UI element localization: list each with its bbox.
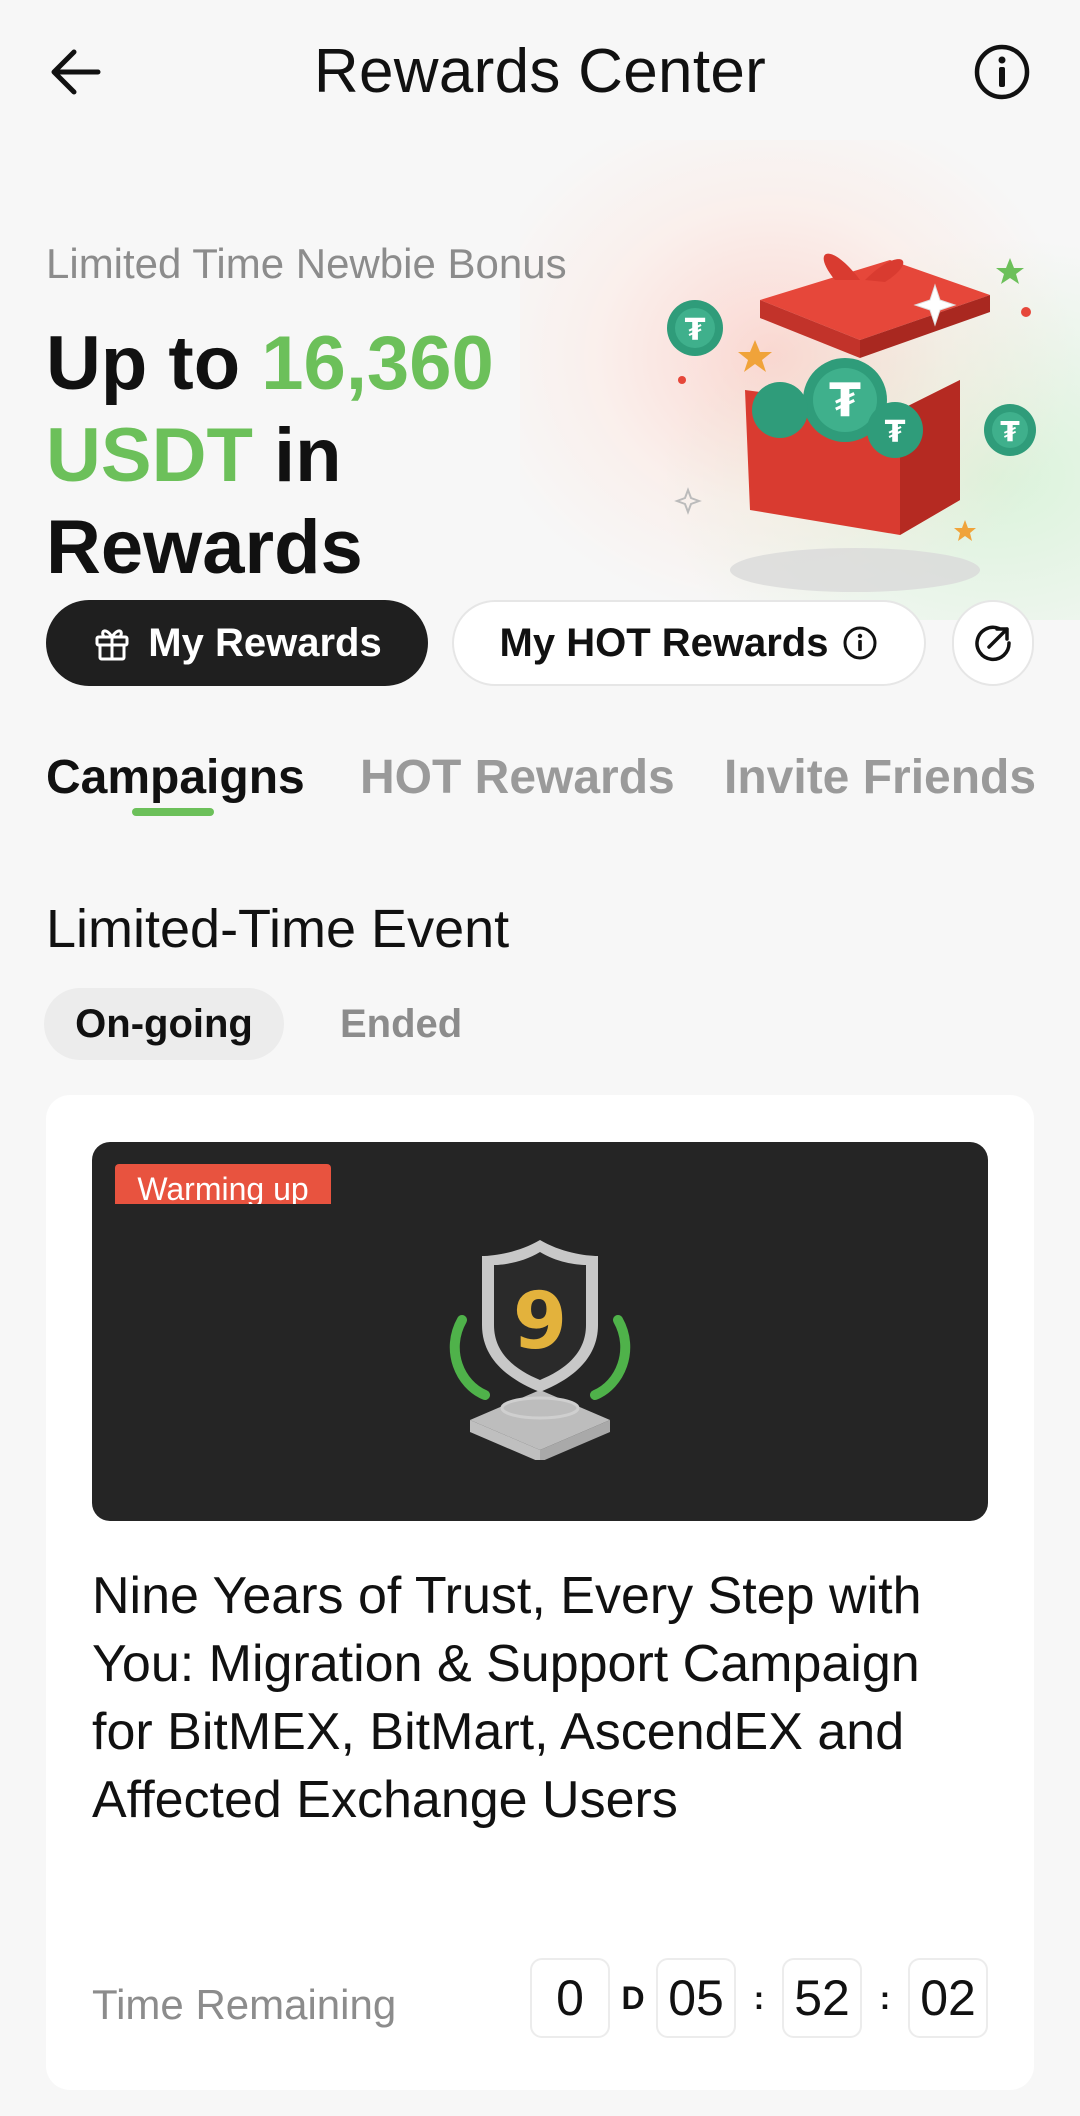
countdown-days: 0	[530, 1958, 610, 2038]
status-badge: Warming up	[115, 1164, 331, 1204]
page-title: Rewards Center	[313, 37, 767, 106]
my-hot-rewards-button[interactable]: My HOT Rewards	[452, 600, 926, 686]
tab-campaigns[interactable]: Campaigns	[46, 748, 305, 808]
section-title: Limited-Time Event	[46, 899, 510, 959]
svg-text:₮: ₮	[829, 373, 861, 427]
share-button[interactable]	[952, 600, 1034, 686]
countdown-day-unit: D	[621, 1979, 645, 2016]
svg-text:₮: ₮	[885, 415, 906, 450]
countdown-seconds: 02	[908, 1958, 988, 2038]
countdown-minutes: 52	[782, 1958, 862, 2038]
countdown-separator: :	[879, 1979, 891, 2016]
info-circle-icon[interactable]	[842, 625, 878, 661]
share-arrow-icon	[975, 625, 1011, 662]
trophy-number: 9	[513, 1277, 567, 1367]
gift-box-illustration: ₮ ₮ ₮ ₮	[660, 240, 1060, 600]
headline-prefix: Up to	[46, 321, 262, 406]
campaign-title[interactable]: Nine Years of Trust, Every Step with You…	[92, 1562, 992, 1834]
info-circle-icon	[974, 44, 1030, 100]
tab-invite-friends[interactable]: Invite Friends	[724, 748, 1036, 808]
active-tab-indicator	[132, 808, 214, 816]
my-hot-rewards-label: My HOT Rewards	[499, 620, 829, 665]
countdown-timer: 0 D 05 : 52 : 02	[530, 1958, 988, 2038]
hero-headline: Up to 16,360 USDT in Rewards	[46, 318, 606, 594]
filter-ended[interactable]: Ended	[340, 988, 462, 1060]
headline-rewards: Rewards	[46, 505, 363, 590]
countdown-separator: :	[753, 1979, 765, 2016]
countdown-hours: 05	[656, 1958, 736, 2038]
my-rewards-button[interactable]: My Rewards	[46, 600, 428, 686]
headline-currency: USDT	[46, 413, 253, 498]
svg-text:₮: ₮	[1000, 415, 1020, 448]
tab-hot-rewards[interactable]: HOT Rewards	[360, 748, 675, 808]
shield-trophy-illustration: 9	[440, 1230, 640, 1462]
time-remaining-label: Time Remaining	[92, 1981, 397, 2028]
my-rewards-label: My Rewards	[148, 620, 382, 665]
filter-ongoing[interactable]: On-going	[44, 988, 284, 1060]
gift-icon	[95, 629, 129, 661]
headline-amount: 16,360	[261, 321, 494, 406]
svg-text:₮: ₮	[685, 313, 706, 348]
hero-subtitle: Limited Time Newbie Bonus	[46, 240, 567, 287]
headline-suffix: in	[252, 413, 342, 498]
info-button[interactable]	[964, 34, 1040, 110]
